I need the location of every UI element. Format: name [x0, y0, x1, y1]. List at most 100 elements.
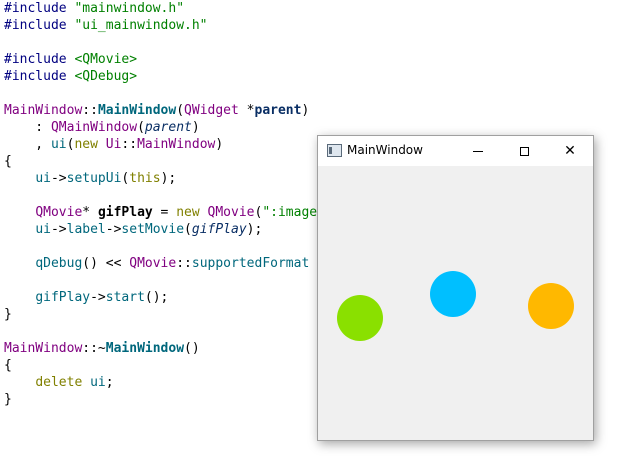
code-token: gifPlay — [191, 222, 247, 237]
code-token: "ui_mainwindow.h" — [74, 18, 208, 33]
code-token: ); — [246, 222, 263, 237]
close-button[interactable]: ✕ — [547, 136, 593, 166]
code-line: #include <QMovie> — [4, 51, 317, 68]
code-token: , — [4, 137, 51, 152]
code-token: QMainWindow — [50, 120, 138, 135]
code-token: ) — [301, 103, 310, 118]
window-title: MainWindow — [347, 143, 423, 157]
maximize-icon — [519, 146, 529, 156]
orange-ball — [528, 283, 574, 329]
code-token: ( — [184, 222, 192, 237]
code-token: "mainwindow.h" — [74, 1, 185, 16]
code-token: -> — [105, 222, 122, 237]
code-line: } — [4, 306, 317, 323]
code-token: { — [4, 358, 12, 373]
code-line: gifPlay->start(); — [4, 289, 317, 306]
code-token: QMovie — [129, 256, 177, 271]
code-token: Ui — [105, 137, 122, 152]
code-token: label — [66, 222, 106, 237]
code-token: () — [184, 341, 200, 356]
code-line: , ui(new Ui::MainWindow) — [4, 136, 317, 153]
code-line: } — [4, 391, 317, 408]
code-token: = — [152, 205, 177, 220]
code-token: #include — [4, 18, 75, 33]
code-token: * — [238, 103, 255, 118]
green-ball — [337, 295, 383, 341]
code-line: QMovie* gifPlay = new QMovie(":image — [4, 204, 317, 221]
code-line: { — [4, 357, 317, 374]
code-token: } — [4, 307, 12, 322]
code-token: start — [105, 290, 145, 305]
code-token: ; — [105, 375, 114, 390]
code-line: #include "ui_mainwindow.h" — [4, 17, 317, 34]
code-token: this — [129, 171, 161, 186]
code-token: () << — [82, 256, 130, 271]
code-token: -> — [90, 290, 106, 305]
minimize-icon — [473, 150, 483, 152]
code-line: { — [4, 153, 317, 170]
code-token: ) — [215, 137, 224, 152]
code-line: : QMainWindow(parent) — [4, 119, 317, 136]
code-token: <QMovie> — [74, 52, 138, 67]
code-token: -> — [50, 222, 67, 237]
main-window[interactable]: MainWindow ✕ — [317, 135, 594, 441]
code-token: MainWindow — [97, 103, 177, 118]
code-token: ui — [50, 137, 67, 152]
code-token: { — [4, 154, 12, 169]
code-token: setMovie — [121, 222, 185, 237]
code-token: supportedFormat — [191, 256, 310, 271]
movie-label — [318, 166, 593, 440]
code-token: #include — [4, 52, 75, 67]
code-line: qDebug() << QMovie::supportedFormat — [4, 255, 317, 272]
close-icon: ✕ — [564, 143, 576, 159]
code-token: #include — [4, 69, 75, 84]
code-token: ) — [191, 120, 200, 135]
code-line: ui->setupUi(this); — [4, 170, 317, 187]
code-token: QMovie — [35, 205, 83, 220]
code-line: MainWindow::MainWindow(QWidget *parent) — [4, 102, 317, 119]
code-token: new — [74, 137, 98, 152]
code-line: delete ui; — [4, 374, 317, 391]
code-token: parent — [254, 103, 302, 118]
code-token: gifPlay — [97, 205, 153, 220]
code-token: parent — [144, 120, 192, 135]
code-token: -> — [50, 171, 67, 186]
code-line: MainWindow::~MainWindow() — [4, 340, 317, 357]
minimize-button[interactable] — [455, 136, 501, 166]
code-token: qDebug — [35, 256, 83, 271]
maximize-button[interactable] — [501, 136, 547, 166]
code-editor[interactable]: #include "mainwindow.h" #include "ui_main… — [4, 0, 317, 408]
code-token: MainWindow — [105, 341, 185, 356]
code-line: #include "mainwindow.h" — [4, 0, 317, 17]
title-bar[interactable]: MainWindow ✕ — [318, 136, 593, 166]
code-token: (); — [144, 290, 169, 305]
code-token: ui — [35, 222, 51, 237]
code-token: :: — [82, 103, 98, 118]
code-token: new — [176, 205, 200, 220]
code-token: ( — [137, 120, 145, 135]
code-line: ui->label->setMovie(gifPlay); — [4, 221, 317, 238]
code-line: #include <QDebug> — [4, 68, 317, 85]
code-token: ui — [35, 171, 51, 186]
code-token: delete — [35, 375, 83, 390]
code-token: ); — [160, 171, 177, 186]
code-token: gifPlay — [35, 290, 91, 305]
app-window-icon — [327, 144, 342, 157]
code-token: setupUi — [66, 171, 122, 186]
code-token: #include — [4, 1, 75, 16]
code-token: * — [82, 205, 98, 220]
code-token: MainWindow — [4, 341, 83, 356]
